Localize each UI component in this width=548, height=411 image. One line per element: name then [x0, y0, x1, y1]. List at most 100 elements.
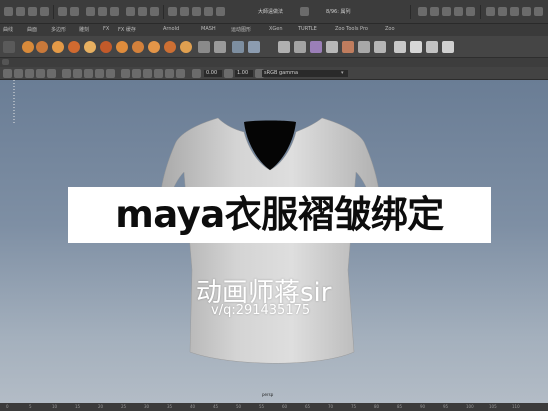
tab-motion-graphics[interactable]: 运动图形	[231, 26, 251, 33]
shelf-tool-4-icon[interactable]	[68, 41, 80, 53]
tab-fx-caching[interactable]: FX 缓存	[118, 26, 136, 33]
shelf-tool-8-icon[interactable]	[132, 41, 144, 53]
render-settings-icon[interactable]	[454, 7, 463, 16]
shelf-tool-18-icon[interactable]	[310, 41, 322, 53]
time-tick: 15	[75, 404, 81, 409]
hypershade-icon[interactable]	[466, 7, 475, 16]
time-tick: 35	[167, 404, 173, 409]
shelf-menu-icon[interactable]	[3, 41, 15, 53]
shelf-tool-9-icon[interactable]	[148, 41, 160, 53]
shelf-tool-17-icon[interactable]	[294, 41, 306, 53]
shelf-tool-3-icon[interactable]	[52, 41, 64, 53]
tab-curves[interactable]: 曲线	[3, 26, 13, 33]
tab-zoo-tools-pro[interactable]: Zoo Tools Pro	[335, 26, 368, 32]
select-object-icon[interactable]	[98, 7, 107, 16]
shelf-tool-15-icon[interactable]	[248, 41, 260, 53]
select-by-handle-icon[interactable]	[126, 7, 135, 16]
shelf-tool-24-icon[interactable]	[410, 41, 422, 53]
shelf-tool-16-icon[interactable]	[278, 41, 290, 53]
shelf-tool-22-icon[interactable]	[374, 41, 386, 53]
textured-icon[interactable]	[154, 69, 163, 78]
undo-icon[interactable]	[58, 7, 67, 16]
render-view-icon[interactable]	[418, 7, 427, 16]
time-tick: 70	[328, 404, 334, 409]
grid-icon[interactable]	[62, 69, 71, 78]
render-frame-icon[interactable]	[430, 7, 439, 16]
snap-curve-icon[interactable]	[180, 7, 189, 16]
wireframe-icon[interactable]	[121, 69, 130, 78]
ipr-render-icon[interactable]	[442, 7, 451, 16]
tool-settings-icon[interactable]	[522, 7, 531, 16]
workspace-label[interactable]: 大師遠做法	[258, 9, 283, 15]
shelf-tool-5-icon[interactable]	[84, 41, 96, 53]
input-history-icon[interactable]	[300, 7, 309, 16]
shelf-tool-19-icon[interactable]	[326, 41, 338, 53]
snap-view-plane-icon[interactable]	[204, 7, 213, 16]
save-scene-icon[interactable]	[40, 7, 49, 16]
shelf-tool-10-icon[interactable]	[164, 41, 176, 53]
resolution-gate-icon[interactable]	[84, 69, 93, 78]
snap-point-icon[interactable]	[192, 7, 201, 16]
tab-turtle[interactable]: TURTLE	[298, 26, 317, 32]
exposure-field[interactable]: 0.00	[204, 70, 222, 77]
bookmarks-icon[interactable]	[25, 69, 34, 78]
modeling-toolkit-icon[interactable]	[486, 7, 495, 16]
smooth-shade-icon[interactable]	[132, 69, 141, 78]
shelf-tool-11-icon[interactable]	[180, 41, 192, 53]
new-scene-icon[interactable]	[16, 7, 25, 16]
attribute-editor-icon[interactable]	[510, 7, 519, 16]
time-slider[interactable]: 0 5 10 15 20 25 30 35 40 45 50 55 60 65 …	[0, 403, 548, 411]
gate-mask-icon[interactable]	[95, 69, 104, 78]
shelf-tool-26-icon[interactable]	[442, 41, 454, 53]
select-by-joint-icon[interactable]	[138, 7, 147, 16]
channel-box-icon[interactable]	[534, 7, 543, 16]
time-tick: 80	[374, 404, 380, 409]
menu-set-dropdown-icon[interactable]	[4, 7, 13, 16]
select-component-icon[interactable]	[110, 7, 119, 16]
open-scene-icon[interactable]	[28, 7, 37, 16]
tab-mash[interactable]: MASH	[201, 26, 216, 32]
character-controls-icon[interactable]	[498, 7, 507, 16]
snap-grid-icon[interactable]	[168, 7, 177, 16]
tab-zoo[interactable]: Zoo	[385, 26, 395, 32]
shelf-tool-1-icon[interactable]	[22, 41, 34, 53]
shadows-icon[interactable]	[176, 69, 185, 78]
shelf-tool-14-icon[interactable]	[232, 41, 244, 53]
time-tick: 90	[420, 404, 426, 409]
tab-polygons[interactable]: 多边形	[51, 26, 66, 33]
shelf-tool-21-icon[interactable]	[358, 41, 370, 53]
gamma-field[interactable]: 1.00	[235, 70, 253, 77]
isolate-select-icon[interactable]	[192, 69, 201, 78]
make-live-icon[interactable]	[216, 7, 225, 16]
time-tick: 60	[282, 404, 288, 409]
shelf-tool-2-icon[interactable]	[36, 41, 48, 53]
redo-icon[interactable]	[70, 7, 79, 16]
gamma-icon[interactable]	[224, 69, 233, 78]
tab-sculpting[interactable]: 雕刻	[79, 26, 89, 33]
wireframe-on-shaded-icon[interactable]	[143, 69, 152, 78]
shelf-tool-12-icon[interactable]	[198, 41, 210, 53]
shelf-tool-23-icon[interactable]	[394, 41, 406, 53]
tab-surfaces[interactable]: 曲面	[27, 26, 37, 33]
color-space-dropdown[interactable]: sRGB gamma	[262, 70, 348, 77]
shelf-tool-6-icon[interactable]	[100, 41, 112, 53]
select-camera-icon[interactable]	[3, 69, 12, 78]
tab-fx[interactable]: FX	[103, 26, 109, 32]
image-plane-icon[interactable]	[36, 69, 45, 78]
two-d-pan-icon[interactable]	[47, 69, 56, 78]
mode-label[interactable]: 8/96: 属列	[326, 9, 351, 15]
shelf-tool-20-icon[interactable]	[342, 41, 354, 53]
field-chart-icon[interactable]	[106, 69, 115, 78]
film-gate-icon[interactable]	[73, 69, 82, 78]
camera-attributes-icon[interactable]	[14, 69, 23, 78]
viewport-3d[interactable]: maya衣服褶皱绑定 动画师蒋sir v/q:291435175 persp	[0, 80, 548, 403]
tab-arnold[interactable]: Arnold	[163, 26, 179, 32]
tab-xgen[interactable]: XGen	[269, 26, 283, 32]
shelf-tool-25-icon[interactable]	[426, 41, 438, 53]
use-all-lights-icon[interactable]	[165, 69, 174, 78]
lock-selection-icon[interactable]	[150, 7, 159, 16]
panel-menu-icon[interactable]	[2, 59, 9, 65]
shelf-tool-7-icon[interactable]	[116, 41, 128, 53]
shelf-tool-13-icon[interactable]	[214, 41, 226, 53]
select-hierarchy-icon[interactable]	[86, 7, 95, 16]
